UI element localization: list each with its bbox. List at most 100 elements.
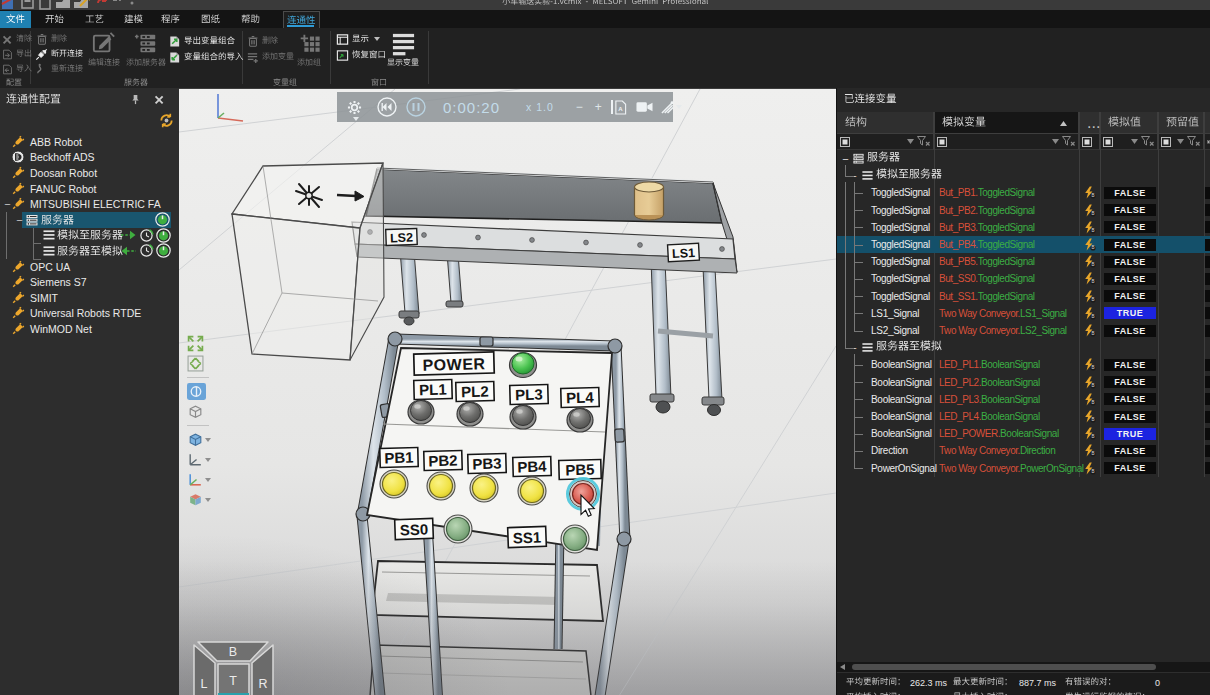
filter-mode-icon[interactable] [840, 137, 850, 147]
tree-item-mitsubishi-electric-fa[interactable]: −MITSUBISHI ELECTRIC FA [0, 196, 179, 212]
pin-icon[interactable] [130, 94, 141, 105]
filter-clear-icon[interactable] [1187, 136, 1200, 147]
column-header-reserved-val[interactable] [1158, 112, 1204, 134]
filter-clear-icon[interactable] [1062, 136, 1075, 147]
filter-dropdown-icon[interactable] [1052, 139, 1059, 144]
restore-window-button[interactable] [336, 48, 386, 62]
tab-program[interactable] [154, 11, 187, 28]
rewind-button[interactable] [377, 97, 397, 117]
table-row[interactable]: BooleanSignal LED_POWER.BooleanSignal TR… [837, 425, 1210, 442]
tab-file[interactable] [0, 11, 31, 28]
table-row[interactable]: BooleanSignal LED_PL3.BooleanSignal FALS… [837, 391, 1210, 408]
tab-start[interactable] [38, 11, 71, 28]
tree-item-beckhoff-ads[interactable]: Beckhoff ADS [0, 150, 179, 166]
power-led[interactable] [510, 353, 537, 378]
filter-mode-icon[interactable] [937, 137, 947, 147]
pause-button[interactable] [406, 97, 426, 117]
table-row[interactable]: BooleanSignal LED_PL2.BooleanSignal FALS… [837, 374, 1210, 391]
clock-icon[interactable] [139, 228, 154, 243]
filter-cell[interactable] [1158, 134, 1204, 150]
collapse-icon[interactable]: − [15, 215, 24, 225]
orientation-cube-icon[interactable] [187, 491, 204, 508]
view-cube-icon[interactable] [187, 431, 204, 448]
column-header-dots[interactable]: ... [1079, 112, 1100, 134]
tree-item-fanuc-robot[interactable]: FANUC Robot [0, 181, 179, 197]
refresh-icon[interactable] [158, 112, 175, 129]
projection-mode-icon[interactable] [187, 383, 206, 400]
table-group-row[interactable]: − [837, 150, 1210, 167]
collapse-icon[interactable]: − [841, 154, 850, 164]
column-header-sim-val[interactable] [1100, 112, 1158, 134]
filter-dropdown-icon[interactable] [1177, 139, 1184, 144]
render-mode-icon[interactable] [187, 403, 204, 420]
export-variable-set-button[interactable] [168, 34, 235, 48]
power-on-icon[interactable] [156, 228, 171, 243]
filter-mode-icon[interactable] [1103, 137, 1113, 147]
table-row[interactable]: PowerOnSignal Two Way Conveyor.PowerOnSi… [837, 460, 1210, 477]
display-button[interactable] [336, 32, 380, 46]
filter-clear-icon[interactable] [917, 136, 930, 147]
table-row[interactable]: ToggledSignal But_PB4.ToggledSignal FALS… [837, 236, 1210, 253]
fullscreen-icon[interactable] [187, 335, 204, 352]
nav-cube[interactable]: B L T R [194, 642, 273, 695]
tree-item-simit[interactable]: SIMIT [0, 290, 179, 306]
table-row[interactable]: LS1_Signal Two Way Conveyor.LS1_Signal T… [837, 305, 1210, 322]
power-on-icon[interactable] [156, 243, 171, 258]
speed-plus[interactable]: + [595, 100, 602, 114]
filter-cell[interactable] [1079, 134, 1100, 150]
add-server-button[interactable] [124, 31, 168, 67]
filter-mode-icon[interactable] [1082, 137, 1092, 147]
scroll-left-arrow[interactable] [840, 664, 845, 670]
record-video-icon[interactable] [636, 101, 653, 113]
table-row[interactable]: ToggledSignal But_PB3.ToggledSignal FALS… [837, 219, 1210, 236]
filter-dropdown-icon[interactable] [1131, 139, 1138, 144]
coordinate-icon[interactable] [187, 471, 204, 488]
signal-icon[interactable] [660, 101, 675, 114]
filter-cell[interactable] [934, 134, 1079, 150]
tree-item-opc-ua[interactable]: OPC UA [0, 259, 179, 275]
table-row[interactable]: ToggledSignal But_PB2.ToggledSignal FALS… [837, 202, 1210, 219]
tab-drawing[interactable] [194, 11, 227, 28]
tab-help[interactable] [234, 11, 267, 28]
filter-mode-icon[interactable] [1161, 137, 1171, 147]
tree-item-doosan-robot[interactable]: Doosan Robot [0, 165, 179, 181]
horizontal-scrollbar[interactable] [837, 662, 1210, 672]
tree-item-abb-robot[interactable]: ABB Robot [0, 134, 179, 150]
clear-button[interactable] [2, 32, 32, 46]
tree-item-siemens-s7[interactable]: Siemens S7 [0, 274, 179, 290]
fit-view-icon[interactable] [187, 355, 204, 372]
table-row[interactable]: ToggledSignal But_SS0.ToggledSignal FALS… [837, 270, 1210, 287]
import-variable-set-button[interactable] [168, 50, 244, 64]
export-pdf-icon[interactable] [614, 100, 627, 115]
speed-minus[interactable]: − [576, 100, 583, 114]
filter-cell[interactable] [1100, 134, 1158, 150]
tree-item-universal-robots-rtde[interactable]: Universal Robots RTDE [0, 306, 179, 322]
close-icon[interactable] [154, 94, 165, 105]
title-bar[interactable] [0, 0, 1210, 10]
frame-select-icon[interactable] [187, 451, 204, 468]
tree-item-winmod-net[interactable]: WinMOD Net [0, 321, 179, 337]
add-group-button[interactable] [293, 31, 325, 67]
table-row[interactable]: ToggledSignal But_SS1.ToggledSignal FALS… [837, 288, 1210, 305]
reconnect-button[interactable] [36, 62, 83, 76]
workpiece-cylinder[interactable] [635, 182, 664, 220]
table-row[interactable]: LS2_Signal Two Way Conveyor.LS2_Signal F… [837, 322, 1210, 339]
table-row[interactable]: BooleanSignal LED_PL4.BooleanSignal FALS… [837, 408, 1210, 425]
edit-connection-button[interactable] [86, 31, 122, 67]
table-group-row[interactable]: − [837, 167, 1210, 184]
tree-item-sim-to-server[interactable] [0, 228, 179, 244]
playback-settings-icon[interactable] [347, 100, 362, 115]
filter-clear-icon[interactable] [1141, 136, 1154, 147]
transparent-box[interactable] [232, 163, 384, 360]
delete-server-button[interactable] [36, 32, 67, 46]
table-row[interactable]: ToggledSignal But_PB1.ToggledSignal FALS… [837, 184, 1210, 201]
column-header-struct[interactable] [837, 112, 934, 134]
tab-process[interactable] [78, 11, 111, 28]
filter-cell[interactable] [837, 134, 934, 150]
add-variable-button[interactable] [246, 50, 294, 64]
delete-variable-button[interactable] [247, 34, 278, 48]
tree-item-server[interactable]: − [0, 212, 179, 228]
import-button[interactable] [2, 62, 32, 76]
power-on-icon[interactable] [155, 212, 170, 227]
3d-viewport[interactable]: LS2 LS1 [179, 88, 836, 695]
